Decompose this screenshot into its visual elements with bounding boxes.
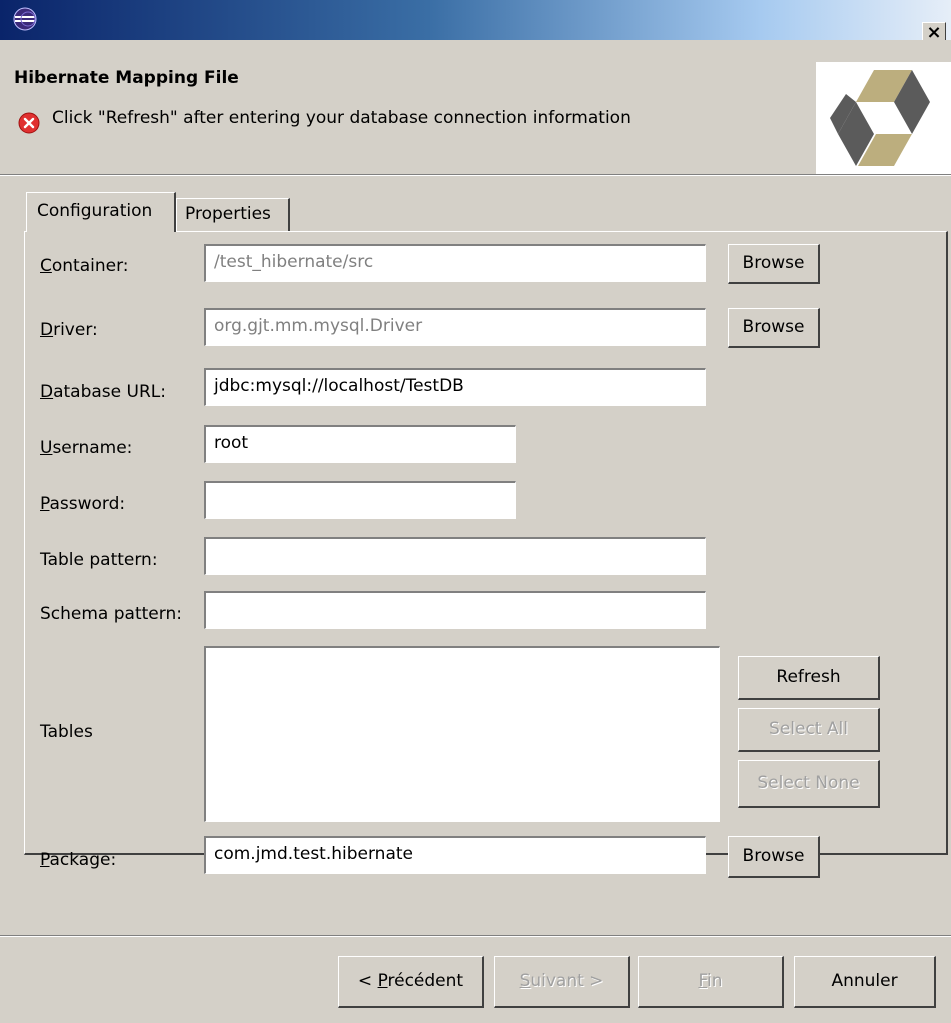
table-pattern-field[interactable] — [204, 537, 706, 575]
finish-button[interactable]: Fin — [638, 956, 784, 1008]
password-label: Password: — [40, 494, 126, 514]
banner-image — [816, 62, 951, 174]
page-title: Hibernate Mapping File — [14, 68, 239, 88]
password-field[interactable] — [204, 481, 516, 519]
package-browse-button[interactable]: Browse — [728, 836, 820, 878]
error-icon — [18, 112, 40, 134]
schema-pattern-field[interactable] — [204, 591, 706, 629]
title-bar — [0, 0, 951, 40]
tables-label: Tables — [40, 722, 93, 742]
tab-configuration[interactable]: Configuration — [26, 192, 176, 232]
username-label: Username: — [40, 438, 133, 458]
header-message: Click "Refresh" after entering your data… — [52, 108, 631, 128]
database-url-label: Database URL: — [40, 382, 166, 402]
container-field[interactable]: /test_hibernate/src — [204, 244, 706, 282]
wizard-header — [0, 40, 951, 174]
driver-label: Driver: — [40, 320, 98, 340]
container-label: Container: — [40, 256, 129, 276]
table-pattern-label: Table pattern: — [40, 550, 158, 570]
hibernate-logo — [830, 70, 930, 166]
username-field[interactable]: root — [204, 425, 516, 463]
package-label: Package: — [40, 850, 117, 870]
back-button[interactable]: < Précédent — [338, 956, 484, 1008]
cancel-button[interactable]: Annuler — [794, 956, 936, 1008]
database-url-field[interactable]: jdbc:mysql://localhost/TestDB — [204, 368, 706, 406]
next-button[interactable]: Suivant > — [494, 956, 630, 1008]
tables-list[interactable] — [204, 646, 720, 822]
driver-browse-button[interactable]: Browse — [728, 308, 820, 348]
package-field[interactable]: com.jmd.test.hibernate — [204, 836, 706, 874]
eclipse-icon — [13, 7, 37, 31]
select-all-button[interactable]: Select All — [738, 708, 880, 752]
schema-pattern-label: Schema pattern: — [40, 604, 182, 624]
container-browse-button[interactable]: Browse — [728, 244, 820, 284]
tab-properties[interactable]: Properties — [176, 198, 290, 232]
refresh-button[interactable]: Refresh — [738, 656, 880, 700]
driver-field[interactable]: org.gjt.mm.mysql.Driver — [204, 308, 706, 346]
select-none-button[interactable]: Select None — [738, 760, 880, 808]
